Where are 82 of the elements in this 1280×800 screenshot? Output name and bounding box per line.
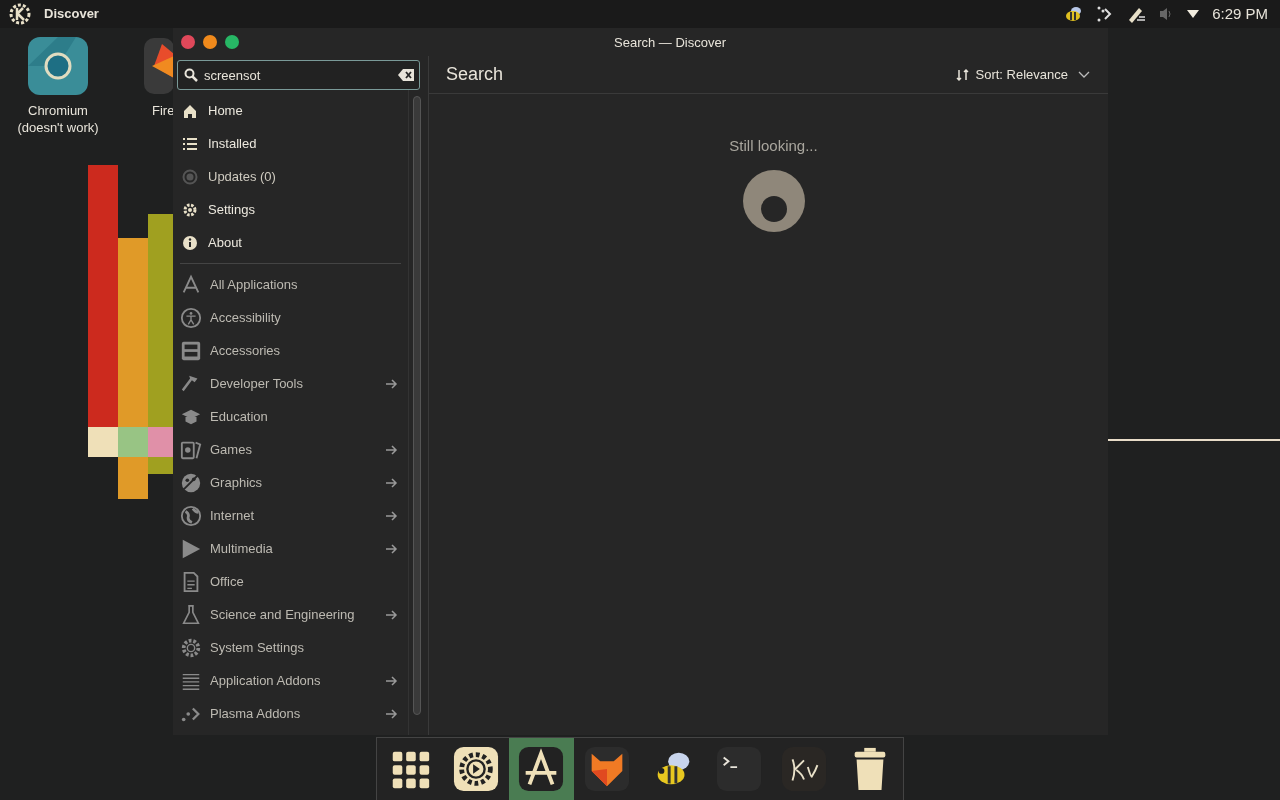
category-label: Application Addons bbox=[210, 671, 322, 690]
window-title: Search — Discover bbox=[614, 34, 726, 52]
category-item[interactable]: Accessibility bbox=[173, 301, 408, 334]
category-label: Accessibility bbox=[210, 308, 282, 327]
sidebar-item[interactable]: Settings bbox=[173, 193, 408, 226]
category-label: Multimedia bbox=[210, 539, 274, 558]
fox-icon bbox=[144, 36, 174, 96]
desktop-icon-label[interactable]: Chromium (doesn't work) bbox=[17, 102, 99, 136]
category-item[interactable]: Application Addons bbox=[173, 664, 408, 697]
category-label: Graphics bbox=[210, 473, 264, 492]
sort-icon bbox=[955, 67, 970, 82]
category-item[interactable]: System Settings bbox=[173, 631, 408, 664]
minimize-button[interactable] bbox=[203, 35, 217, 49]
status-text: Still looking... bbox=[729, 136, 818, 156]
active-app-name: Discover bbox=[44, 5, 99, 24]
arrow-right-icon bbox=[386, 378, 398, 389]
browser-icon bbox=[27, 36, 89, 96]
category-item[interactable]: All Applications bbox=[173, 268, 408, 301]
category-label: Education bbox=[210, 407, 269, 426]
sidebar-item[interactable]: Home bbox=[173, 94, 408, 127]
desktop-icon-label[interactable]: Fire bbox=[152, 102, 175, 119]
chevron-down-icon bbox=[1078, 70, 1090, 79]
flask-icon bbox=[180, 603, 202, 626]
spinner-icon bbox=[741, 168, 806, 233]
category-item[interactable]: Science and Engineering bbox=[173, 598, 408, 631]
category-item[interactable]: Multimedia bbox=[173, 532, 408, 565]
list-icon bbox=[182, 135, 198, 152]
category-item[interactable]: Internet bbox=[173, 499, 408, 532]
category-item[interactable]: Games bbox=[173, 433, 408, 466]
clock[interactable]: 6:29 PM bbox=[1212, 2, 1268, 26]
app-store-icon bbox=[180, 273, 202, 296]
settings-icon bbox=[180, 636, 202, 659]
accessibility-icon bbox=[180, 306, 202, 329]
category-label: Plasma Addons bbox=[210, 704, 302, 723]
arrow-right-icon bbox=[386, 675, 398, 686]
category-label: Science and Engineering bbox=[210, 605, 356, 624]
terminal-icon bbox=[715, 746, 762, 792]
arrow-right-icon bbox=[386, 510, 398, 521]
cabinet-icon bbox=[180, 339, 202, 362]
sidebar-item[interactable]: About bbox=[173, 226, 408, 259]
play-icon bbox=[180, 537, 202, 560]
pen-icon bbox=[1126, 5, 1147, 23]
category-item[interactable]: Developer Tools bbox=[173, 367, 408, 400]
dock-item[interactable] bbox=[508, 738, 575, 800]
palette-icon bbox=[180, 471, 202, 494]
search-icon bbox=[184, 68, 198, 82]
fox-icon bbox=[584, 746, 631, 792]
arrow-right-icon bbox=[386, 477, 398, 488]
category-item[interactable]: Accessories bbox=[173, 334, 408, 367]
arrow-right-icon bbox=[386, 543, 398, 554]
globe-icon bbox=[180, 504, 202, 527]
category-label: Developer Tools bbox=[210, 374, 304, 393]
gear-icon bbox=[452, 746, 499, 792]
category-label: All Applications bbox=[210, 275, 299, 294]
kde-gear-icon bbox=[8, 3, 32, 25]
circle-icon bbox=[182, 168, 198, 185]
category-label: Games bbox=[210, 440, 253, 459]
clear-icon bbox=[398, 69, 414, 81]
category-item[interactable]: Office bbox=[173, 565, 408, 598]
category-label: System Settings bbox=[210, 638, 305, 657]
category-label: Office bbox=[210, 572, 245, 591]
category-item[interactable]: Education bbox=[173, 400, 408, 433]
arrow-right-icon bbox=[386, 708, 398, 719]
category-label: Internet bbox=[210, 506, 256, 525]
drafting-compass-icon bbox=[518, 746, 565, 792]
home-icon bbox=[182, 102, 198, 119]
gear-icon bbox=[182, 201, 198, 218]
search-field[interactable]: screensot bbox=[177, 60, 420, 90]
page-title: Search bbox=[446, 63, 504, 86]
category-item[interactable]: Plasma Addons bbox=[173, 697, 408, 730]
caret-down-icon bbox=[1186, 9, 1201, 19]
sidebar-item[interactable]: Installed bbox=[173, 127, 408, 160]
category-label: Accessories bbox=[210, 341, 282, 360]
script-logo-icon bbox=[781, 746, 828, 792]
close-button[interactable] bbox=[181, 35, 195, 49]
sort-button[interactable]: Sort: Relevance bbox=[955, 64, 1090, 85]
maximize-button[interactable] bbox=[225, 35, 239, 49]
arrow-right-icon bbox=[386, 444, 398, 455]
scrollbar-thumb[interactable] bbox=[412, 96, 421, 715]
arrow-right-icon bbox=[386, 609, 398, 620]
info-icon bbox=[182, 234, 198, 251]
category-item[interactable]: Graphics bbox=[173, 466, 408, 499]
